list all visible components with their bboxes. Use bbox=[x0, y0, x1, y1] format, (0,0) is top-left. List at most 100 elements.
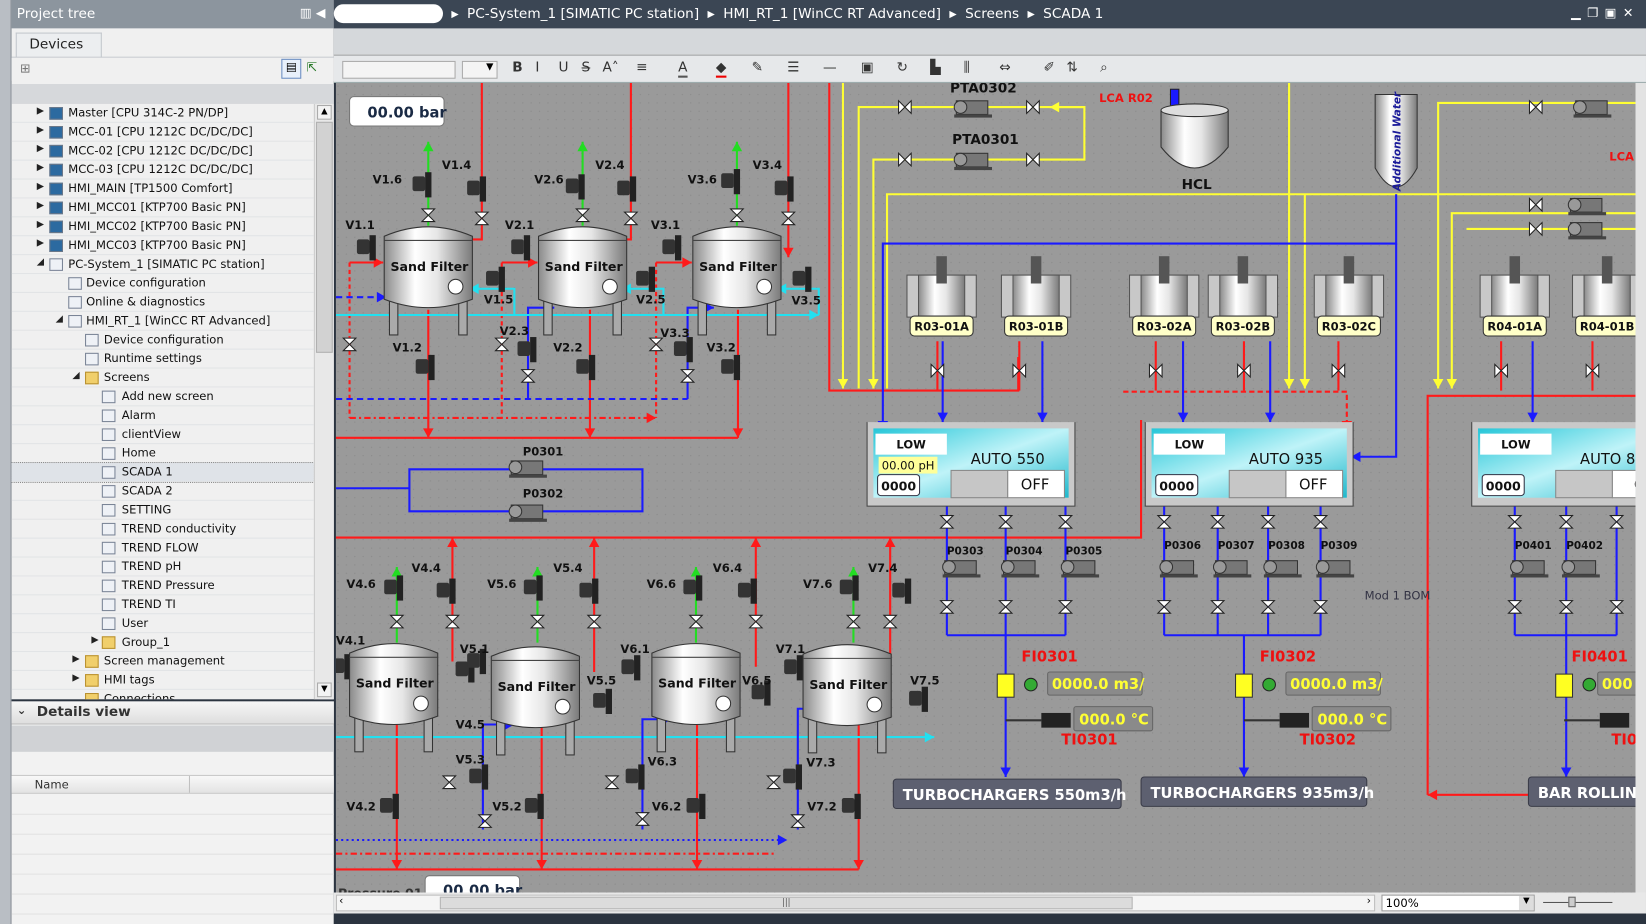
tree-item[interactable]: ▶ HMI_MAIN [TP1500 Comfort] bbox=[11, 180, 314, 199]
zoom-fit-icon[interactable]: ⌕ bbox=[1100, 60, 1108, 76]
tree-item[interactable]: ▶ Master [CPU 314C-2 PN/DP] bbox=[11, 104, 314, 123]
font-color-icon[interactable]: A bbox=[678, 60, 688, 78]
on-button[interactable] bbox=[1555, 469, 1613, 499]
distribute-icon[interactable]: ⫼ bbox=[964, 60, 970, 76]
expand-arrow-icon[interactable]: ▶ bbox=[37, 144, 44, 155]
details-toggle-icon[interactable]: ▤ bbox=[281, 58, 302, 79]
collapse-arrow-icon[interactable]: ◢ bbox=[72, 371, 79, 382]
chevron-down-icon[interactable]: ▼ bbox=[1518, 895, 1534, 911]
network-view-icon[interactable]: ⊞ bbox=[20, 61, 31, 76]
canvas-vertical-scrollbar[interactable] bbox=[1635, 82, 1646, 893]
pump-icon[interactable] bbox=[1567, 197, 1607, 216]
arrange-icon[interactable]: ▣ bbox=[861, 60, 874, 76]
chevron-down-icon[interactable]: ⌄ bbox=[17, 703, 27, 717]
expand-arrow-icon[interactable]: ▶ bbox=[37, 182, 44, 193]
strikethrough-icon[interactable]: S̶ bbox=[582, 60, 591, 76]
tree-scrollbar[interactable]: ▲ ▼ bbox=[313, 103, 334, 700]
on-button[interactable] bbox=[1228, 469, 1287, 499]
pump-icon[interactable] bbox=[953, 152, 993, 171]
pump-icon[interactable] bbox=[953, 100, 993, 118]
close-icon[interactable]: ✕ bbox=[1623, 5, 1640, 20]
tree-item[interactable]: Online & diagnostics bbox=[11, 293, 314, 312]
tree-item[interactable]: ▶ HMI_MCC01 [KTP700 Basic PN] bbox=[11, 198, 314, 218]
pump-icon[interactable] bbox=[508, 504, 547, 522]
tree-item[interactable]: ◢ Screens bbox=[11, 369, 314, 388]
pump-icon[interactable] bbox=[1000, 560, 1040, 578]
tree-item[interactable]: SCADA 1 bbox=[11, 461, 314, 483]
tree-item[interactable]: ◢ HMI_RT_1 [WinCC RT Advanced] bbox=[11, 312, 314, 331]
italic-icon[interactable]: I bbox=[535, 60, 539, 76]
font-size-select[interactable]: ▼ bbox=[461, 60, 498, 79]
line-width-icon[interactable]: ☰ bbox=[787, 60, 799, 76]
pump-icon[interactable] bbox=[1315, 560, 1355, 578]
expand-arrow-icon[interactable]: ▶ bbox=[37, 106, 44, 117]
minimize-icon[interactable]: ▁ bbox=[1571, 5, 1587, 20]
collapse-arrow-icon[interactable]: ◢ bbox=[37, 257, 44, 268]
tree-item[interactable]: TREND pH bbox=[11, 558, 314, 577]
tree-item[interactable]: SCADA 2 bbox=[11, 482, 314, 501]
line-style-icon[interactable]: — bbox=[823, 60, 837, 76]
zoom-slider-thumb[interactable] bbox=[1568, 896, 1576, 908]
breadcrumb-item[interactable]: SCADA 1 bbox=[1043, 6, 1103, 23]
breadcrumb-item[interactable]: PC-System_1 [SIMATIC PC station] bbox=[467, 6, 699, 23]
pump-icon[interactable] bbox=[1573, 100, 1612, 118]
pump-icon[interactable] bbox=[508, 460, 547, 478]
expand-arrow-icon[interactable]: ▶ bbox=[91, 635, 98, 646]
tree-item[interactable]: ▶ HMI tags bbox=[11, 671, 314, 690]
tree-item[interactable]: Runtime settings bbox=[11, 350, 314, 369]
tree-item[interactable]: TREND TI bbox=[11, 595, 314, 615]
pump-icon[interactable] bbox=[1263, 560, 1302, 578]
collapse-arrow-icon[interactable]: ◢ bbox=[56, 314, 63, 325]
tree-item[interactable]: Add new screen bbox=[11, 387, 314, 407]
pump-icon[interactable] bbox=[1212, 560, 1252, 578]
horizontal-scroll-thumb[interactable]: ||| bbox=[439, 896, 1133, 910]
scroll-down-icon[interactable]: ▼ bbox=[317, 682, 332, 698]
canvas-horizontal-scrollbar[interactable]: ‹ ||| › bbox=[335, 894, 1376, 912]
tree-item[interactable]: TREND FLOW bbox=[11, 539, 314, 558]
tree-item[interactable]: ▶ MCC-03 [CPU 1212C DC/DC/DC] bbox=[11, 161, 314, 180]
expand-arrow-icon[interactable]: ▶ bbox=[72, 673, 79, 684]
column-name[interactable]: Name bbox=[35, 778, 69, 792]
underline-icon[interactable]: U bbox=[558, 60, 568, 76]
pump-icon[interactable] bbox=[942, 560, 981, 578]
expand-arrow-icon[interactable]: ▶ bbox=[37, 201, 44, 212]
tree-item[interactable]: TREND Pressure bbox=[11, 576, 314, 596]
tree-item[interactable]: SETTING bbox=[11, 501, 314, 520]
tree-item[interactable]: clientView bbox=[11, 425, 314, 445]
pump-icon[interactable] bbox=[1159, 560, 1198, 578]
pump-icon[interactable] bbox=[1510, 560, 1549, 578]
tree-item[interactable]: ◢ PC-System_1 [SIMATIC PC station] bbox=[11, 255, 314, 275]
export-icon[interactable]: ⇱ bbox=[307, 60, 318, 75]
visualization-side-strip[interactable] bbox=[0, 0, 12, 924]
tree-item[interactable]: ▶ HMI_MCC02 [KTP700 Basic PN] bbox=[11, 217, 314, 237]
details-view-header[interactable]: ⌄ Details view bbox=[11, 701, 334, 725]
collapse-panel-icon[interactable]: ▥ ◀ bbox=[300, 5, 326, 20]
tree-item[interactable]: ▶ Screen management bbox=[11, 652, 314, 671]
tree-item[interactable]: Home bbox=[11, 444, 314, 464]
scroll-right-icon[interactable]: › bbox=[1367, 896, 1371, 908]
zoom-select[interactable]: 100% ▼ bbox=[1381, 894, 1535, 912]
rotate-icon[interactable]: ↻ bbox=[896, 60, 907, 76]
order-icon[interactable]: ⇅ bbox=[1067, 60, 1078, 76]
on-button[interactable] bbox=[950, 469, 1009, 499]
expand-arrow-icon[interactable]: ▶ bbox=[37, 238, 44, 249]
format-painter-icon[interactable]: ✐ bbox=[1043, 60, 1054, 76]
tree-scroll-thumb[interactable] bbox=[315, 121, 333, 353]
scada-screen-canvas[interactable]: Sand Filter Sand Filter Sand Filter Sand Fi… bbox=[335, 82, 1636, 893]
chevron-down-icon[interactable]: ▼ bbox=[486, 62, 493, 73]
tree-item[interactable]: ▶ MCC-02 [CPU 1212C DC/DC/DC] bbox=[11, 142, 314, 161]
bold-icon[interactable]: B bbox=[512, 60, 522, 76]
fill-color-icon[interactable]: ◆ bbox=[715, 60, 727, 78]
tree-item[interactable]: User bbox=[11, 614, 314, 634]
scroll-left-icon[interactable]: ‹ bbox=[339, 896, 343, 908]
breadcrumb-item[interactable]: Screens bbox=[965, 6, 1019, 23]
tree-item[interactable]: TREND conductivity bbox=[11, 520, 314, 539]
tree-item[interactable]: Device configuration bbox=[11, 274, 314, 293]
column-divider[interactable] bbox=[188, 775, 191, 793]
zoom-slider-track[interactable] bbox=[1543, 901, 1613, 903]
pump-icon[interactable] bbox=[1561, 560, 1600, 578]
pump-icon[interactable] bbox=[1567, 222, 1607, 240]
font-family-select[interactable] bbox=[342, 60, 456, 79]
tree-item[interactable]: ▶ Group_1 bbox=[11, 633, 314, 653]
expand-arrow-icon[interactable]: ▶ bbox=[37, 125, 44, 136]
